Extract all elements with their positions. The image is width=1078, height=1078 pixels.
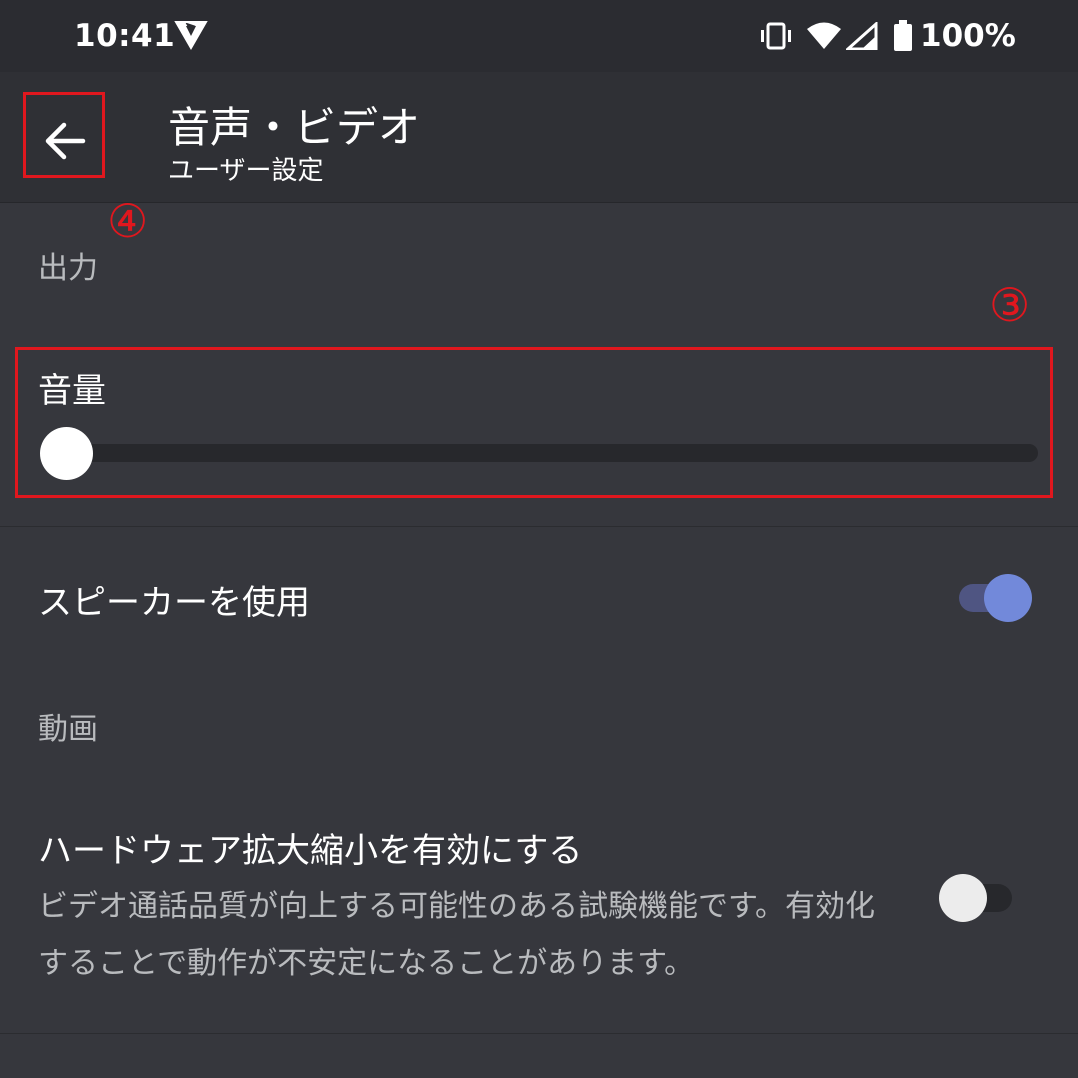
divider (0, 1033, 1078, 1034)
battery-icon (892, 20, 914, 56)
volume-slider-thumb[interactable] (40, 427, 93, 480)
wifi-icon (806, 22, 842, 54)
speaker-toggle-thumb[interactable] (984, 574, 1032, 622)
app-bar: 音声・ビデオ ユーザー設定 (0, 72, 1078, 203)
hardware-scaling-label: ハードウェア拡大縮小を有効にする (38, 831, 583, 871)
annotation-mark-3: ③ (989, 278, 1031, 332)
page-title: 音声・ビデオ (168, 103, 421, 152)
vibrate-icon (758, 22, 794, 54)
volume-label: 音量 (38, 371, 106, 411)
hardware-scaling-description: ビデオ通話品質が向上する可能性のある試験機能です。有効化することで動作が不安定に… (38, 889, 875, 981)
section-label-output: 出力 (38, 251, 98, 286)
annotation-mark-4: ④ (107, 194, 149, 248)
hardware-scaling-toggle-thumb[interactable] (939, 874, 987, 922)
status-time: 10:41 (74, 18, 176, 54)
status-bar: 10:41 100% (0, 0, 1078, 72)
app-logo-icon (174, 20, 208, 54)
annotation-box-back (23, 92, 105, 178)
page-subtitle: ユーザー設定 (168, 156, 324, 186)
divider (0, 526, 1078, 527)
volume-slider-track[interactable] (66, 444, 1038, 462)
speaker-label: スピーカーを使用 (38, 583, 310, 623)
signal-icon (844, 20, 878, 54)
annotation-box-volume (15, 347, 1053, 498)
section-label-video: 動画 (38, 712, 98, 747)
battery-percent: 100% (920, 18, 1016, 54)
